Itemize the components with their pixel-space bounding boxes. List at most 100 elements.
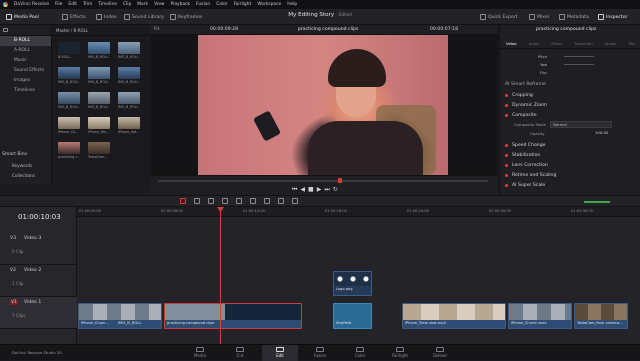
- track-header-v3[interactable]: V3 Video 3 0 Clip: [0, 233, 77, 265]
- media-clip[interactable]: IMG_B_ROLL: [88, 42, 110, 59]
- section-ai-smart-reframe[interactable]: AI Smart Reframe: [505, 80, 637, 89]
- media-clip[interactable]: iPhone_Sat...: [118, 117, 140, 134]
- param-yaw-slider[interactable]: [564, 64, 594, 65]
- menu-view[interactable]: View: [154, 2, 164, 7]
- menu-edit[interactable]: Edit: [68, 2, 77, 7]
- clip-label: iPhone_Ch...: [58, 130, 79, 134]
- track-header-v2[interactable]: V2 Video 2 1 Clip: [0, 265, 77, 297]
- page-fairlight[interactable]: Fairlight: [382, 345, 418, 361]
- section-retime-and-scaling[interactable]: Retime and Scaling: [505, 171, 637, 180]
- smart-bin-keywords[interactable]: Keywords: [12, 163, 32, 168]
- param-pitch-slider[interactable]: [564, 56, 594, 57]
- media-clip[interactable]: IMG_B_ROLL: [118, 67, 140, 84]
- stop-icon[interactable]: ■: [308, 186, 317, 193]
- menu-mark[interactable]: Mark: [137, 2, 148, 7]
- track-header-v1[interactable]: V1 Video 1 7 Clips: [0, 297, 77, 329]
- section-stabilization[interactable]: Stabilization: [505, 151, 637, 160]
- composite-mode-dropdown[interactable]: Normal: [550, 121, 612, 128]
- snapping-icon[interactable]: [250, 198, 256, 204]
- viewer[interactable]: [150, 35, 498, 175]
- clip-thumbnail: [118, 117, 140, 129]
- viewer-scrubber[interactable]: [158, 180, 488, 182]
- media-clip[interactable]: practicing c...: [58, 142, 80, 159]
- timeline-clip-logo[interactable]: Logo.png: [333, 271, 372, 296]
- timeline-clip[interactable]: iPhone_Church.mov: [508, 303, 572, 329]
- bin-b-roll[interactable]: B-ROLL: [0, 36, 51, 46]
- timeline-clip[interactable]: TestaCam_floor camera...: [574, 303, 628, 329]
- page-edit[interactable]: Edit: [262, 345, 298, 361]
- media-clip[interactable]: IMG_B_ROLL: [88, 92, 110, 109]
- media-clip[interactable]: iPhone_Ch...: [58, 117, 80, 134]
- bin-a-roll[interactable]: A-ROLL: [0, 46, 51, 56]
- page-media[interactable]: Media: [182, 345, 218, 361]
- bin-music[interactable]: Music: [0, 56, 51, 66]
- media-clip[interactable]: iPhone_Tes...: [88, 117, 110, 134]
- menu-clip[interactable]: Clip: [123, 2, 131, 7]
- menu-timeline[interactable]: Timeline: [98, 2, 117, 7]
- selection-tool-icon[interactable]: [180, 198, 186, 204]
- tab-transition[interactable]: Transition: [574, 36, 592, 48]
- section-composite[interactable]: Composite: [505, 111, 637, 120]
- viewer-playhead[interactable]: [338, 178, 342, 183]
- timeline-clip-starfield[interactable]: Starfield: [333, 303, 372, 329]
- menu-color[interactable]: Color: [216, 2, 227, 7]
- menu-app[interactable]: DaVinci Resolve: [14, 2, 49, 7]
- tab-image[interactable]: Image: [605, 36, 617, 48]
- trim-tool-icon[interactable]: [194, 198, 200, 204]
- media-clip[interactable]: IMG_B_ROLL: [58, 67, 80, 84]
- section-cropping[interactable]: Cropping: [505, 91, 637, 100]
- metadata-button[interactable]: Metadata: [555, 9, 593, 25]
- media-clip[interactable]: IMG_B_ROLL: [118, 42, 140, 59]
- viewer-zoom[interactable]: Fit: [154, 27, 159, 33]
- timeline-clip[interactable]: iPhone_Churc...: [78, 303, 162, 329]
- overwrite-clip-icon[interactable]: [236, 198, 242, 204]
- page-fusion[interactable]: Fusion: [302, 345, 338, 361]
- menu-workspace[interactable]: Workspace: [257, 2, 281, 7]
- menu-playback[interactable]: Playback: [171, 2, 191, 7]
- bin-timelines[interactable]: Timelines: [0, 86, 51, 96]
- smart-bin-collections[interactable]: Collections: [12, 173, 35, 178]
- menu-fusion[interactable]: Fusion: [196, 2, 210, 7]
- go-to-end-icon[interactable]: ⏭: [324, 186, 332, 193]
- tab-effect[interactable]: Effect: [551, 36, 562, 48]
- timeline-clip[interactable]: iPhone_Tesla shot.mp4: [402, 303, 506, 329]
- timeline-clip-compound[interactable]: practicing compound clips: [164, 303, 302, 329]
- media-clip[interactable]: IMG_B_ROLL: [88, 67, 110, 84]
- menu-help[interactable]: Help: [287, 2, 297, 7]
- timeline-playhead[interactable]: [220, 207, 221, 344]
- section-speed-change[interactable]: Speed Change: [505, 141, 637, 150]
- volume-slider[interactable]: [584, 201, 610, 203]
- timeline-toolbar: [0, 195, 640, 207]
- page-color[interactable]: Color: [342, 345, 378, 361]
- menu-trim[interactable]: Trim: [83, 2, 92, 7]
- link-icon[interactable]: [264, 198, 270, 204]
- section-dynamic-zoom[interactable]: Dynamic Zoom: [505, 101, 637, 110]
- media-clip[interactable]: IMG_B_ROLL: [58, 92, 80, 109]
- loop-icon[interactable]: ↻: [333, 186, 341, 193]
- page-cut[interactable]: Cut: [222, 345, 258, 361]
- step-back-icon[interactable]: ◀: [300, 186, 308, 193]
- media-clip[interactable]: IMG_B_ROLL: [118, 92, 140, 109]
- insert-clip-icon[interactable]: [222, 198, 228, 204]
- quick-export-button[interactable]: Quick Export: [476, 9, 522, 25]
- menu-fairlight[interactable]: Fairlight: [234, 2, 252, 7]
- menu-file[interactable]: File: [55, 2, 62, 7]
- media-clip[interactable]: TestaCam...: [88, 142, 110, 159]
- timeline-ruler[interactable]: 01:00:00:00 01:00:06:00 01:00:12:00 01:0…: [77, 207, 640, 217]
- tab-video[interactable]: Video: [506, 36, 517, 48]
- media-clip[interactable]: B-ROLL...: [58, 42, 80, 59]
- bin-sound-effects[interactable]: Sound Effects: [0, 66, 51, 76]
- page-deliver[interactable]: Deliver: [422, 345, 458, 361]
- bin-images[interactable]: Images: [0, 76, 51, 86]
- opacity-value[interactable]: 100.00: [595, 131, 608, 135]
- marker-icon[interactable]: [292, 198, 298, 204]
- blade-tool-icon[interactable]: [208, 198, 214, 204]
- project-status: Edited: [338, 12, 352, 17]
- section-lens-correction[interactable]: Lens Correction: [505, 161, 637, 170]
- inspector-button[interactable]: Inspector: [594, 9, 631, 25]
- tab-file[interactable]: File: [629, 36, 635, 48]
- tab-audio[interactable]: Audio: [529, 36, 540, 48]
- flag-icon[interactable]: [278, 198, 284, 204]
- section-ai-super-scale[interactable]: AI Super Scale: [505, 181, 637, 190]
- mixer-button[interactable]: Mixer: [525, 9, 554, 25]
